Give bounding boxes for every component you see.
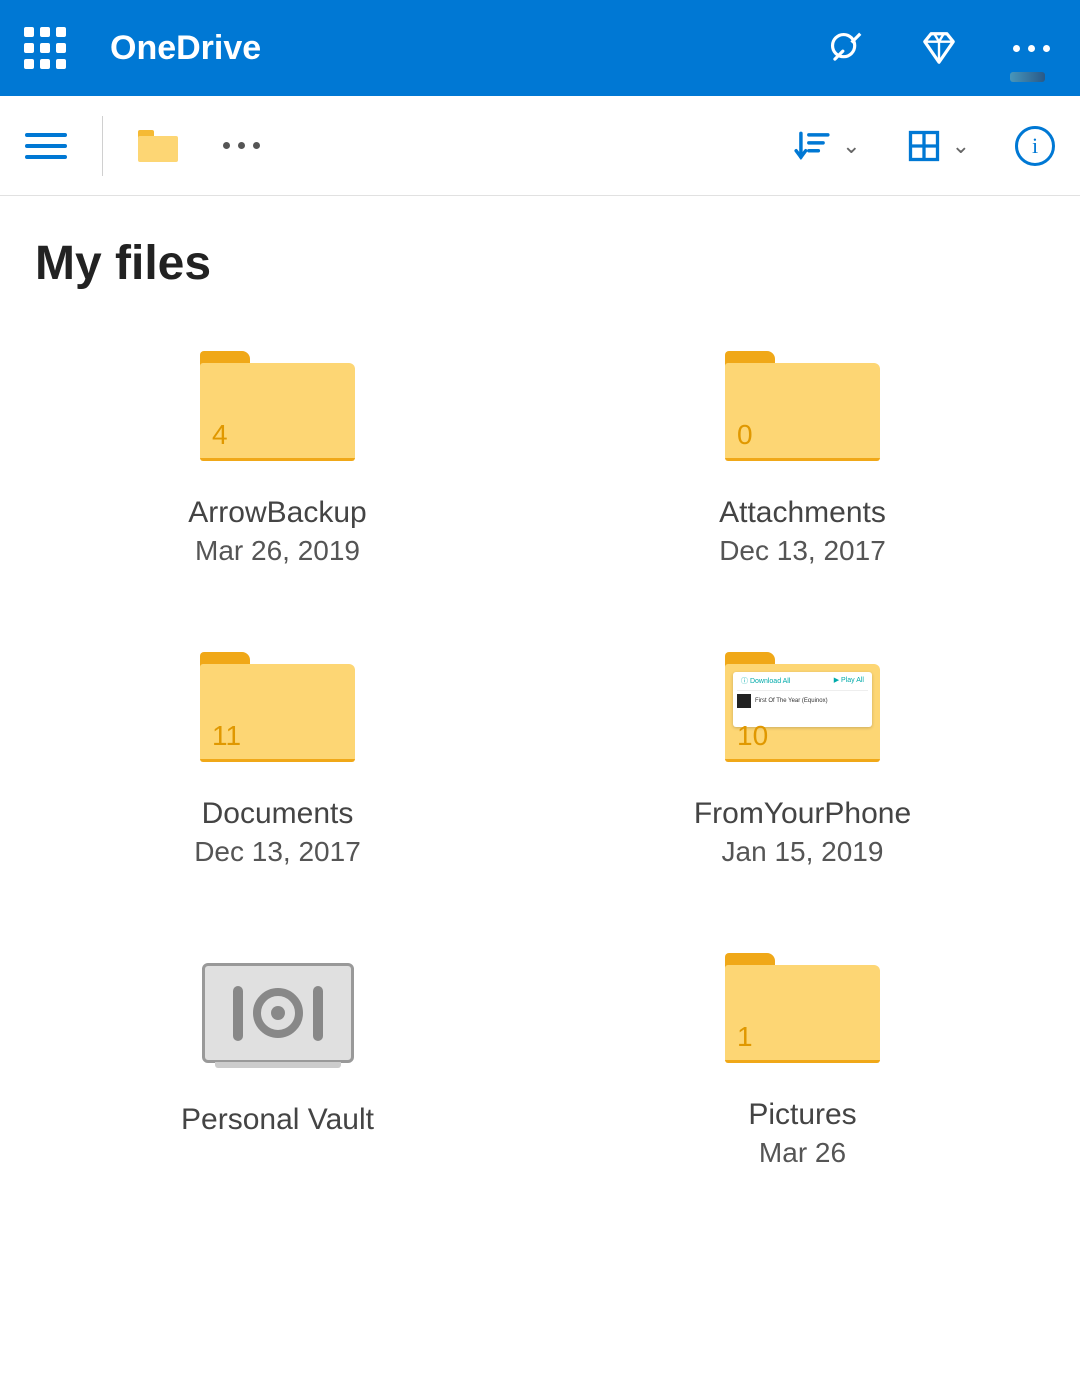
sort-button[interactable]: ⌄ (792, 127, 860, 165)
folder-item-attachments[interactable]: 0 Attachments Dec 13, 2017 (560, 351, 1045, 567)
folder-item-personal-vault[interactable]: Personal Vault (35, 953, 520, 1169)
folder-item-fromyourphone[interactable]: ⓘ Download All ▶ Play All First Of The Y… (560, 652, 1045, 868)
search-icon[interactable] (827, 29, 865, 67)
item-date: Mar 26 (759, 1137, 846, 1169)
folder-preview-thumbnail: ⓘ Download All ▶ Play All First Of The Y… (733, 672, 872, 727)
info-icon[interactable]: i (1015, 126, 1055, 166)
folder-item-pictures[interactable]: 1 Pictures Mar 26 (560, 953, 1045, 1169)
folder-icon: 11 (200, 652, 355, 762)
item-date: Jan 15, 2019 (722, 836, 884, 868)
chevron-down-icon: ⌄ (842, 133, 860, 159)
app-launcher-icon[interactable] (20, 23, 70, 73)
content-area: My files 4 ArrowBackup Mar 26, 2019 0 At… (0, 196, 1080, 1209)
command-toolbar: ⌄ ⌄ i (0, 96, 1080, 196)
toolbar-more-icon[interactable] (223, 142, 260, 149)
item-date: Mar 26, 2019 (195, 535, 360, 567)
file-grid: 4 ArrowBackup Mar 26, 2019 0 Attachments… (35, 351, 1045, 1169)
folder-icon: 4 (200, 351, 355, 461)
folder-item-arrowbackup[interactable]: 4 ArrowBackup Mar 26, 2019 (35, 351, 520, 567)
vault-icon (202, 963, 354, 1063)
item-date: Dec 13, 2017 (194, 836, 361, 868)
item-name: Pictures (748, 1098, 856, 1132)
item-name: Personal Vault (181, 1103, 374, 1137)
folder-icon: 1 (725, 953, 880, 1063)
more-options-icon[interactable] (1013, 45, 1050, 52)
item-name: Attachments (719, 496, 886, 530)
premium-diamond-icon[interactable] (920, 29, 958, 67)
folder-item-documents[interactable]: 11 Documents Dec 13, 2017 (35, 652, 520, 868)
toolbar-divider (102, 116, 103, 176)
hamburger-menu-icon[interactable] (25, 133, 67, 159)
page-title: My files (35, 236, 1045, 291)
app-header: OneDrive (0, 0, 1080, 96)
new-folder-icon[interactable] (138, 130, 178, 162)
item-name: Documents (202, 797, 354, 831)
folder-icon: 0 (725, 351, 880, 461)
item-name: FromYourPhone (694, 797, 911, 831)
view-toggle-button[interactable]: ⌄ (906, 128, 970, 164)
app-title: OneDrive (110, 29, 827, 68)
chevron-down-icon: ⌄ (952, 133, 970, 159)
folder-icon: ⓘ Download All ▶ Play All First Of The Y… (725, 652, 880, 762)
item-date: Dec 13, 2017 (719, 535, 886, 567)
item-name: ArrowBackup (188, 496, 366, 530)
account-avatar[interactable] (1010, 72, 1045, 82)
